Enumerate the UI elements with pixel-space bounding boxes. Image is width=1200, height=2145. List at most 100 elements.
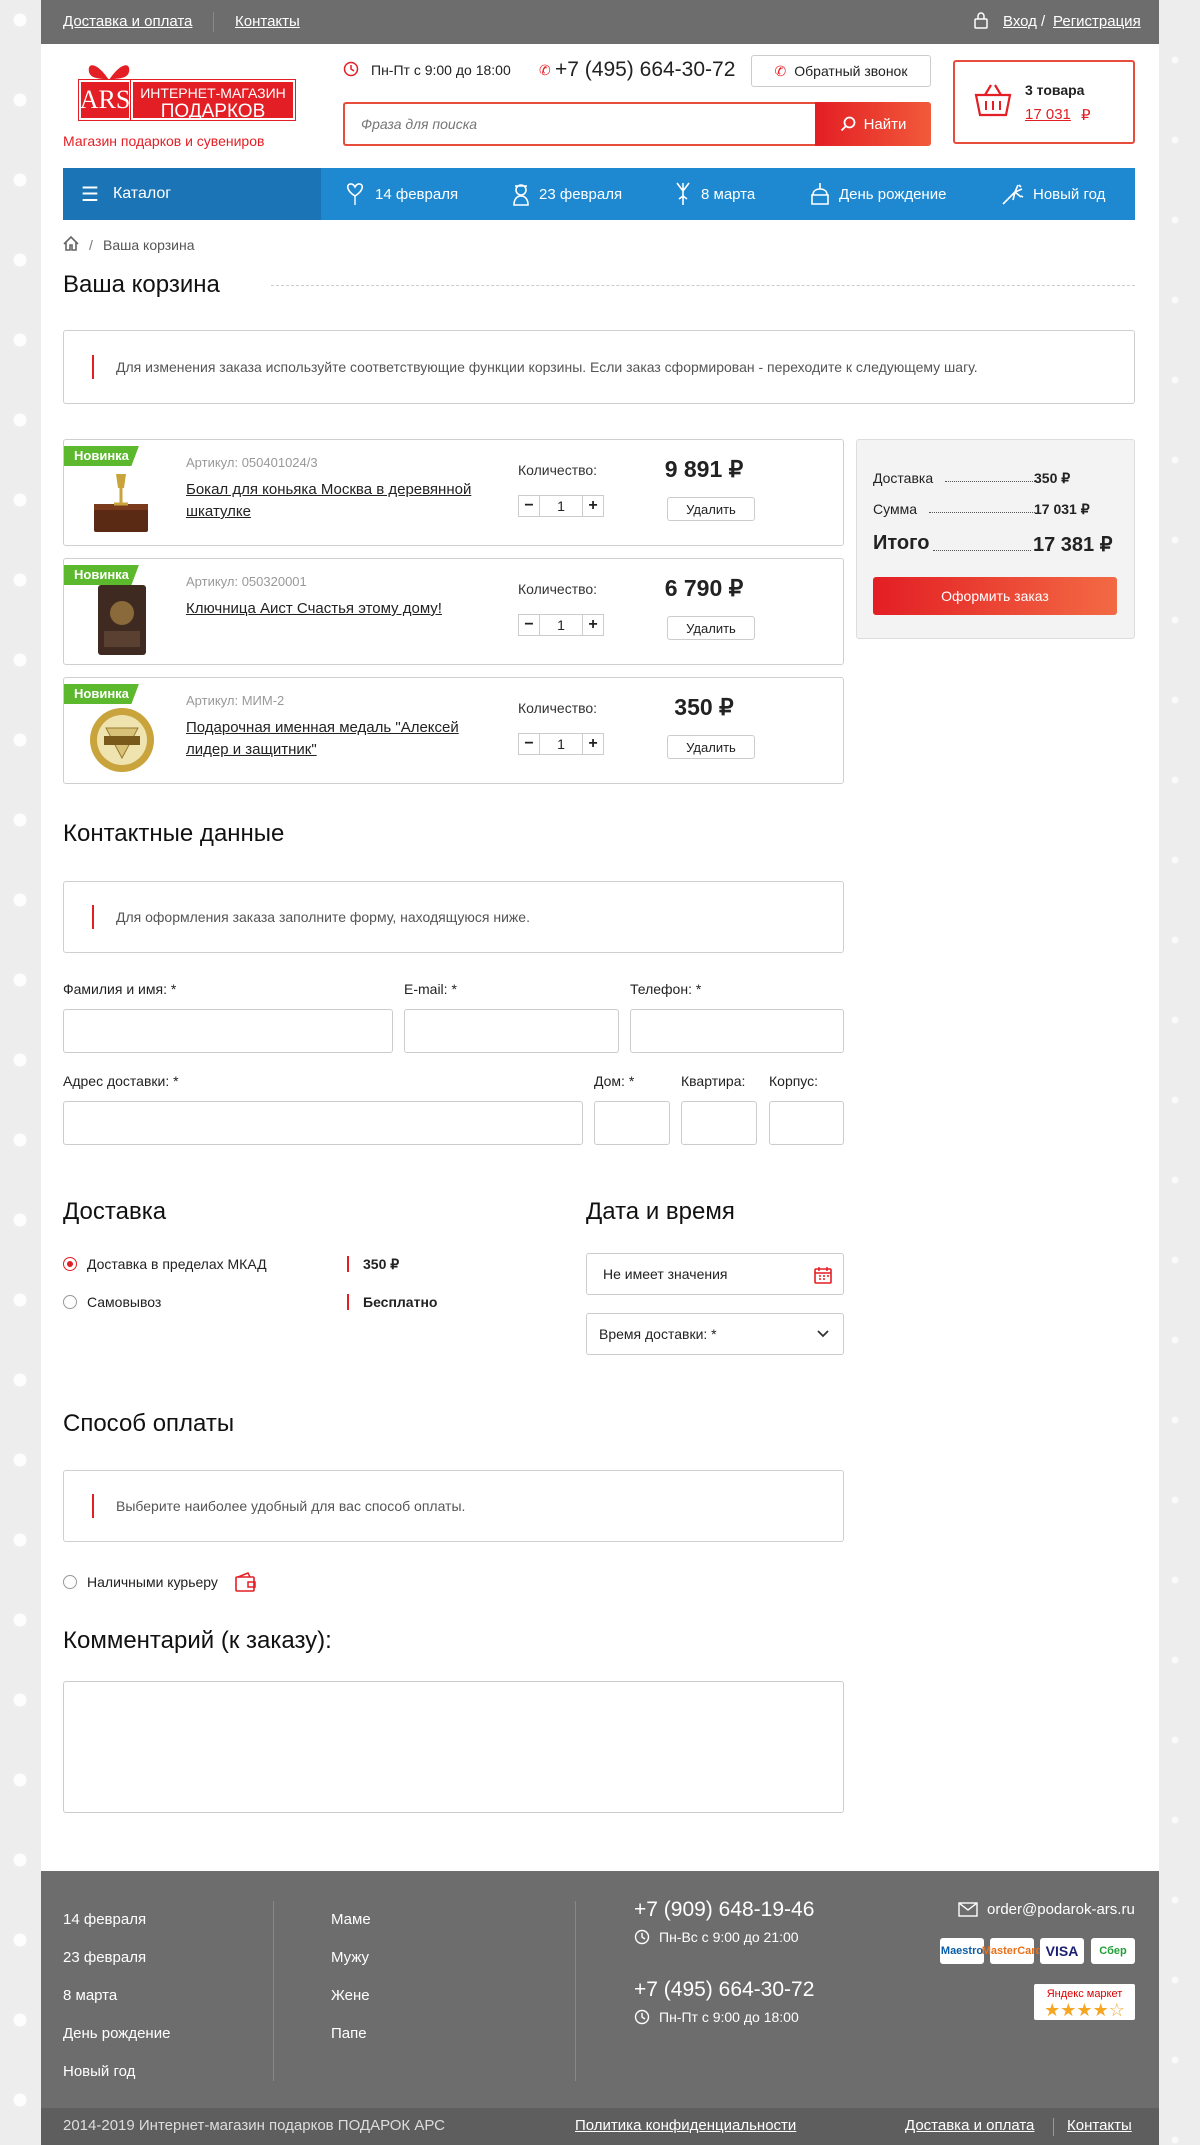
nav-item-label: День рождение: [839, 185, 947, 203]
page: Доставка и оплата Контакты Вход / Регист…: [41, 0, 1159, 2145]
address-field[interactable]: [63, 1101, 583, 1145]
visa-icon: VISA: [1040, 1938, 1084, 1964]
product-price: 9 891 ₽: [664, 456, 744, 482]
price-marker: [347, 1294, 349, 1310]
register-link[interactable]: Регистрация: [1053, 13, 1141, 30]
flower-icon: [676, 182, 690, 205]
cart-currency: ₽: [1081, 107, 1091, 124]
corp-field[interactable]: [769, 1101, 844, 1145]
contacts-link[interactable]: Контакты: [1067, 2117, 1132, 2134]
footer-link[interactable]: 8 марта: [63, 1977, 170, 2015]
remove-button[interactable]: Удалить: [667, 616, 755, 640]
footer-email[interactable]: order@podarok-ars.ru: [987, 1901, 1135, 1918]
footer-link[interactable]: Папе: [331, 2015, 371, 2053]
clock-icon: [343, 61, 359, 80]
email-label: E-mail: *: [404, 981, 457, 997]
maestro-icon: Maestro: [940, 1938, 984, 1964]
email-field[interactable]: [404, 1009, 619, 1053]
privacy-link[interactable]: Политика конфиденциальности: [575, 2117, 796, 2134]
payment-option-cash[interactable]: Наличными курьеру: [63, 1571, 258, 1593]
footer-link[interactable]: Жене: [331, 1977, 371, 2015]
name-field[interactable]: [63, 1009, 393, 1053]
search-button[interactable]: Найти: [815, 102, 931, 146]
footer-link[interactable]: День рождение: [63, 2015, 170, 2053]
product-article: Артикул: 050401024/3: [186, 455, 318, 470]
remove-button[interactable]: Удалить: [667, 735, 755, 759]
footer-divider: [575, 1901, 576, 2081]
house-field[interactable]: [594, 1101, 670, 1145]
decrease-button[interactable]: −: [518, 495, 540, 517]
delivery-link[interactable]: Доставка и оплата: [63, 13, 192, 30]
footer-link[interactable]: Маме: [331, 1901, 371, 1939]
nav-item-14feb[interactable]: 14 февраля: [343, 168, 458, 220]
increase-button[interactable]: +: [582, 733, 604, 755]
checkout-button[interactable]: Оформить заказ: [873, 577, 1117, 615]
footer-col-holidays: 14 февраля 23 февраля 8 марта День рожде…: [63, 1901, 170, 2091]
login-link[interactable]: Вход: [1003, 13, 1037, 30]
delivery-option-pickup[interactable]: Самовывоз: [63, 1294, 161, 1310]
footer-link[interactable]: 14 февраля: [63, 1901, 170, 1939]
decrease-button[interactable]: −: [518, 733, 540, 755]
product-name[interactable]: Подарочная именная медаль "Алексей лидер…: [186, 717, 496, 761]
new-badge: Новинка: [64, 565, 139, 585]
firework-icon: [1002, 184, 1024, 205]
search-icon: [840, 116, 855, 132]
flat-label: Квартира:: [681, 1073, 746, 1089]
nav-item-birthday[interactable]: День рождение: [809, 168, 946, 220]
quantity-stepper: − 1 +: [518, 614, 604, 636]
callback-button[interactable]: ✆ Обратный звонок: [751, 55, 931, 87]
delivery-option-price: 350 ₽: [363, 1256, 400, 1272]
product-price: 350 ₽: [674, 694, 734, 720]
phone-icon: ✆: [774, 62, 787, 79]
footer-phone-2[interactable]: +7 (495) 664-30-72: [634, 1978, 814, 2002]
home-icon[interactable]: [63, 235, 79, 254]
contacts-link[interactable]: Контакты: [235, 13, 300, 30]
contacts-note: Для оформления заказа заполните форму, н…: [63, 881, 844, 953]
footer-link[interactable]: Новый год: [63, 2053, 170, 2091]
logo-ars[interactable]: ARS: [78, 79, 132, 121]
nav-item-23feb[interactable]: 23 февраля: [511, 168, 622, 220]
house-label: Дом: *: [594, 1073, 635, 1089]
phone-field[interactable]: [630, 1009, 844, 1053]
footer-col-recipients: Маме Мужу Жене Папе: [331, 1901, 371, 2053]
delivery-option-mkad[interactable]: Доставка в пределах МКАД: [63, 1256, 267, 1272]
copyright: 2014-2019 Интернет-магазин подарков ПОДА…: [63, 2117, 446, 2134]
footer-link[interactable]: Мужу: [331, 1939, 371, 1977]
cart-title: Ваша корзина: [63, 271, 220, 298]
increase-button[interactable]: +: [582, 495, 604, 517]
quantity-value[interactable]: 1: [540, 495, 582, 517]
radio-selected[interactable]: [63, 1257, 77, 1271]
radio-unselected[interactable]: [63, 1575, 77, 1589]
product-name[interactable]: Ключница Аист Счастья этому дому!: [186, 598, 496, 620]
product-image: [92, 583, 152, 657]
logo-bow-icon: [79, 58, 139, 82]
nav-item-newyear[interactable]: Новый год: [1001, 168, 1105, 220]
footer-phone-1[interactable]: +7 (909) 648-19-46: [634, 1898, 814, 1922]
tagline: Магазин подарков и сувениров: [63, 133, 265, 149]
catalog-button[interactable]: ☰ Каталог: [63, 168, 321, 220]
logo-text[interactable]: ИНТЕРНЕТ-МАГАЗИН ПОДАРКОВ: [130, 79, 296, 122]
search-input[interactable]: [343, 102, 815, 146]
remove-button[interactable]: Удалить: [667, 497, 755, 521]
product-name[interactable]: Бокал для коньяка Москва в деревянной шк…: [186, 479, 496, 523]
quantity-value[interactable]: 1: [540, 733, 582, 755]
delivery-time-select[interactable]: Время доставки: *: [586, 1313, 844, 1355]
comment-textarea[interactable]: [63, 1681, 844, 1813]
summary-sum-label: Сумма: [873, 501, 917, 517]
comment-title: Комментарий (к заказу):: [63, 1627, 332, 1654]
breadcrumb-separator: /: [89, 237, 93, 253]
increase-button[interactable]: +: [582, 614, 604, 636]
decrease-button[interactable]: −: [518, 614, 540, 636]
calendar-icon[interactable]: [813, 1265, 833, 1285]
header-phone[interactable]: +7 (495) 664-30-72: [555, 58, 735, 82]
radio-unselected[interactable]: [63, 1295, 77, 1309]
yandex-market-badge[interactable]: Яндекс маркет ★★★★☆: [1034, 1984, 1135, 2020]
delivery-time-label: Время доставки: *: [599, 1326, 717, 1342]
nav-item-8march[interactable]: 8 марта: [673, 168, 755, 220]
quantity-value[interactable]: 1: [540, 614, 582, 636]
date-picker[interactable]: Не имеет значения: [586, 1253, 844, 1295]
header-cart[interactable]: 3 товара 17 031 ₽: [953, 60, 1135, 144]
flat-field[interactable]: [681, 1101, 757, 1145]
delivery-link[interactable]: Доставка и оплата: [905, 2117, 1034, 2134]
footer-link[interactable]: 23 февраля: [63, 1939, 170, 1977]
